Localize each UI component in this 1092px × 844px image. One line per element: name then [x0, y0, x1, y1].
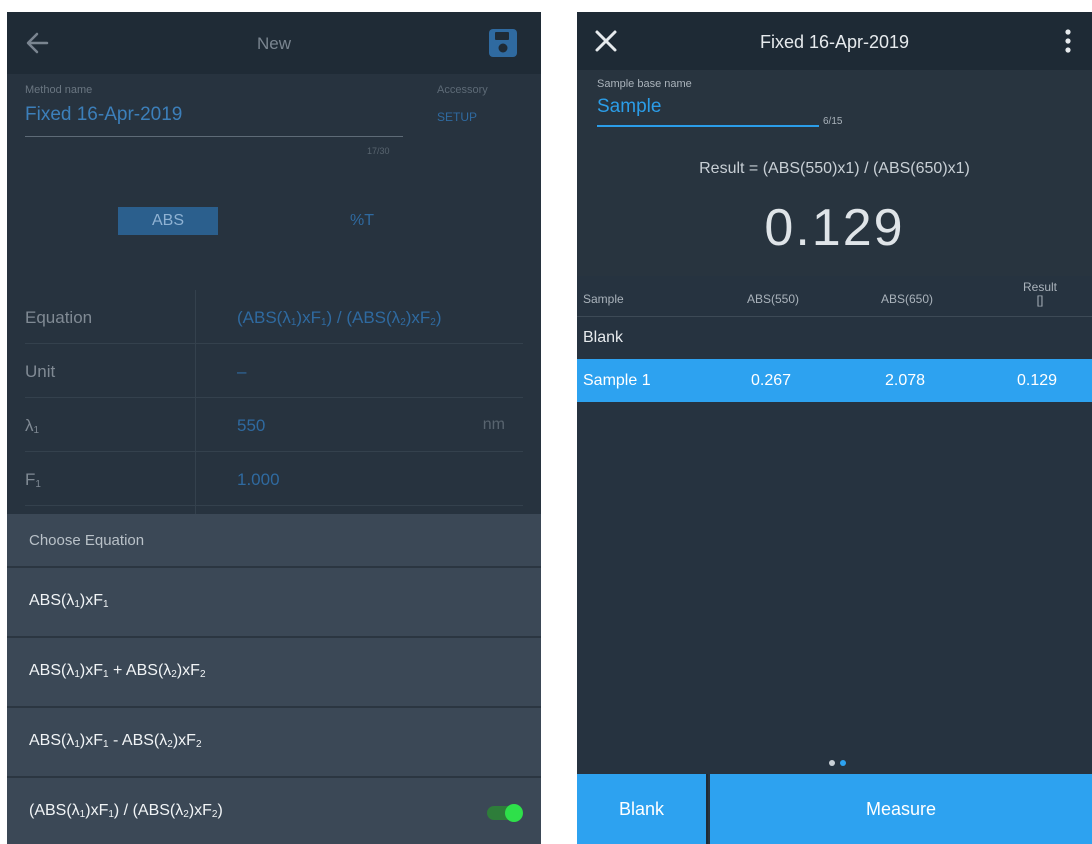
blank-row-label: Blank [583, 329, 624, 346]
method-name-label: Method name [25, 84, 93, 96]
equation-option-4[interactable]: (ABS(λ1)xF1) / (ABS(λ2)xF2) [7, 778, 541, 844]
page-dot-2[interactable] [840, 760, 846, 766]
table-row[interactable]: Sample 1 0.267 2.078 0.129 [577, 359, 1092, 402]
choose-equation-sheet: Choose Equation ABS(λ1)xF1 ABS(λ1)xF1 + … [7, 514, 541, 844]
column-header-result: Result [] [1015, 281, 1065, 307]
f1-row[interactable]: F1 1.000 [25, 452, 523, 506]
column-header-abs650: ABS(650) [881, 292, 934, 306]
lambda1-value: 550 [237, 416, 266, 435]
result-formula: Result = (ABS(550)x1) / (ABS(650)x1) [699, 160, 970, 177]
page-indicator [829, 760, 849, 768]
column-header-sample: Sample [583, 292, 624, 306]
lambda1-unit: nm [482, 416, 505, 433]
lambda1-label: λ1 [25, 416, 40, 436]
f1-value: 1.000 [237, 470, 280, 489]
measure-button[interactable]: Measure [710, 774, 1092, 844]
selected-toggle-icon[interactable] [487, 804, 523, 822]
top-app-bar: New [7, 12, 541, 74]
equation-value: (ABS(λ1)xF1) / (ABS(λ2)xF2) [237, 308, 442, 328]
more-vert-icon[interactable] [1062, 26, 1074, 56]
cell-abs650: 2.078 [885, 372, 926, 389]
unit-row[interactable]: Unit – [25, 344, 523, 398]
top-app-bar: Fixed 16-Apr-2019 [577, 12, 1092, 70]
method-name-char-count: 17/30 [367, 146, 390, 156]
result-header: Sample base name Sample 6/15 Result = (A… [577, 70, 1092, 276]
f1-label: F1 [25, 470, 41, 490]
cell-abs550: 0.267 [751, 372, 792, 389]
accessory-label: Accessory [437, 84, 488, 96]
unit-label: Unit [25, 362, 56, 381]
column-header-result-unit: [] [1036, 293, 1044, 307]
column-header-abs550: ABS(550) [747, 292, 800, 306]
page-dot-1[interactable] [829, 760, 835, 766]
table-header: Sample ABS(550) ABS(650) Result [] [577, 276, 1092, 317]
method-form: Method name Fixed 16-Apr-2019 17/30 Acce… [7, 74, 541, 516]
method-editor-screen: New Method name Fixed 16-Apr-2019 17/30 … [7, 12, 541, 844]
measurement-screen: Fixed 16-Apr-2019 Sample base name Sampl… [577, 12, 1092, 844]
method-name-field[interactable]: Fixed 16-Apr-2019 [25, 104, 182, 126]
equation-option-3[interactable]: ABS(λ1)xF1 - ABS(λ2)xF2 [7, 708, 541, 778]
mode-percent-t-button[interactable]: %T [317, 207, 407, 235]
equation-label: Equation [25, 308, 93, 327]
save-icon[interactable] [486, 26, 520, 60]
blank-button[interactable]: Blank [577, 774, 708, 844]
equation-option-2[interactable]: ABS(λ1)xF1 + ABS(λ2)xF2 [7, 638, 541, 708]
cell-result: 0.129 [1017, 372, 1058, 389]
unit-value: – [237, 362, 247, 381]
table-row-blank[interactable]: Blank [577, 317, 1092, 359]
method-name-underline [25, 136, 403, 137]
setup-link[interactable]: SETUP [437, 110, 477, 124]
sample-base-name-field[interactable]: Sample [597, 96, 661, 118]
sample-base-name-char-count: 6/15 [823, 116, 843, 127]
equation-row[interactable]: Equation (ABS(λ1)xF1) / (ABS(λ2)xF2) [25, 290, 523, 344]
choose-equation-title: Choose Equation [7, 514, 541, 568]
mode-abs-button[interactable]: ABS [118, 207, 218, 235]
sample-base-name-label: Sample base name [597, 78, 692, 90]
current-result-value: 0.129 [764, 199, 905, 257]
page-title: New [256, 34, 291, 53]
cell-sample: Sample 1 [583, 372, 651, 389]
sample-base-name-underline [597, 125, 819, 127]
page-title: Fixed 16-Apr-2019 [759, 32, 910, 52]
lambda1-row[interactable]: λ1 550 nm [25, 398, 523, 452]
equation-option-1[interactable]: ABS(λ1)xF1 [7, 568, 541, 638]
